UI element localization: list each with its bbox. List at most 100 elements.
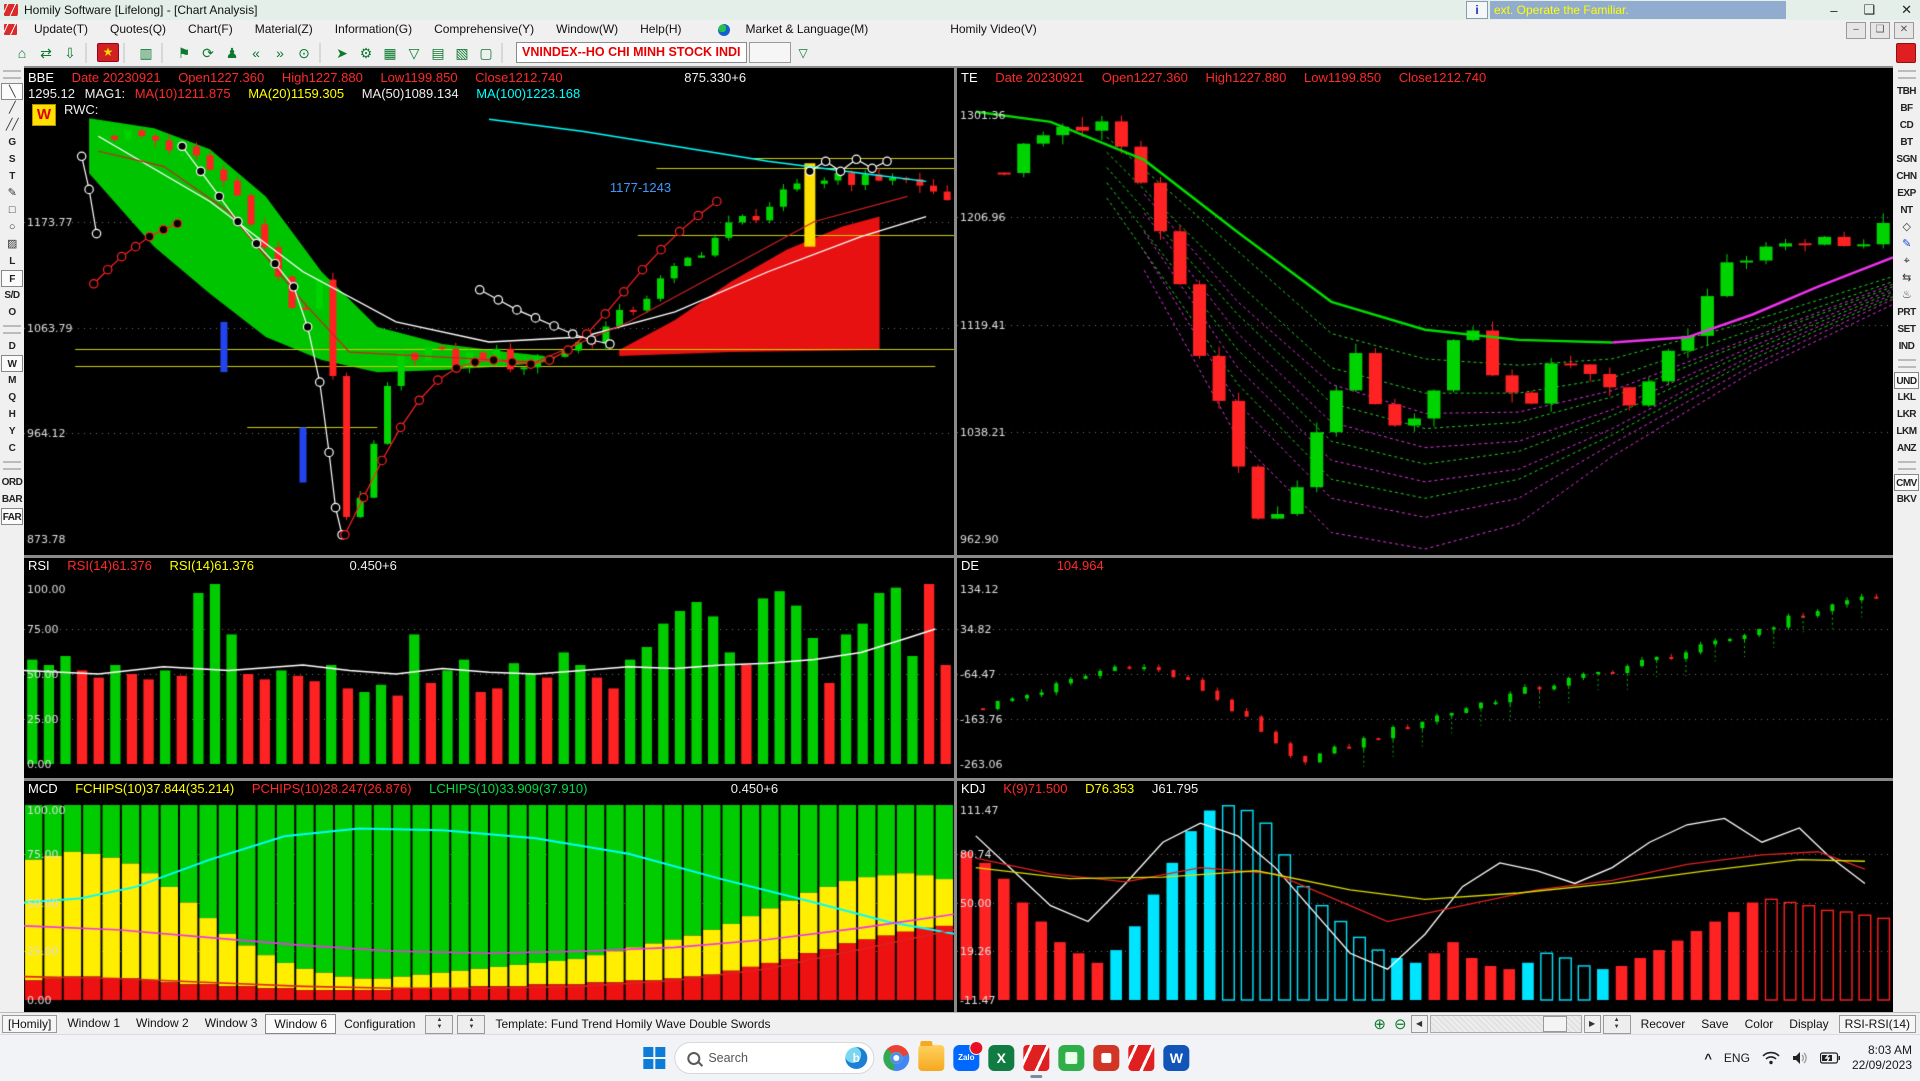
horizontal-scrollbar[interactable] [1430, 1015, 1582, 1033]
spinner-up-down[interactable]: ▲▼ [457, 1015, 485, 1034]
column-divider[interactable] [954, 68, 957, 1012]
menu-item-market-language[interactable]: Market & Language(M) [734, 20, 879, 39]
right-rail-button-ind[interactable]: IND [1894, 338, 1919, 355]
volume-icon[interactable] [1792, 1051, 1808, 1065]
settings-icon[interactable]: ⚙ [355, 43, 377, 63]
alert-icon[interactable] [1896, 43, 1916, 63]
home-icon[interactable]: ⌂ [11, 43, 33, 63]
right-rail-button-[interactable]: ⌖ [1894, 253, 1919, 270]
child-close-button[interactable]: ✕ [1894, 22, 1914, 39]
left-rail-button-o[interactable]: O [1, 304, 23, 321]
search-input[interactable]: Search b [674, 1042, 874, 1074]
left-rail-button-t[interactable]: T [1, 168, 23, 185]
pointer-icon[interactable]: ➤ [331, 43, 353, 63]
right-rail-button-[interactable]: ⇆ [1894, 270, 1919, 287]
language-indicator[interactable]: ENG [1724, 1051, 1750, 1065]
rsi-chart[interactable] [24, 558, 954, 778]
homily-icon[interactable] [1023, 1045, 1049, 1071]
right-rail-button-chn[interactable]: CHN [1894, 168, 1919, 185]
info-icon[interactable]: i [1466, 1, 1488, 19]
menu-item[interactable]: Help(H) [629, 20, 692, 39]
left-rail-button-sd[interactable]: S/D [1, 287, 23, 304]
menu-item[interactable]: Information(G) [324, 20, 423, 39]
spinner-up-down[interactable]: ▲▼ [425, 1015, 453, 1034]
media-app-icon[interactable] [1093, 1045, 1119, 1071]
right-rail-button-[interactable]: ✎ [1894, 236, 1919, 253]
row-divider[interactable] [24, 555, 1893, 558]
window-icon[interactable]: ▢ [475, 43, 497, 63]
window-tab[interactable]: Window 6 [265, 1014, 336, 1034]
left-rail-button-[interactable]: ✎ [1, 185, 23, 202]
folder-icon[interactable]: ▧ [451, 43, 473, 63]
template-label[interactable]: Template: Fund Trend Homily Wave Double … [487, 1015, 778, 1033]
right-rail-button-cmv[interactable]: CMV [1894, 474, 1919, 491]
flag-icon[interactable]: ⚑ [173, 43, 195, 63]
forward-icon[interactable]: » [269, 43, 291, 63]
left-rail-button-far[interactable]: FAR [1, 508, 23, 525]
right-rail-button-anz[interactable]: ANZ [1894, 440, 1919, 457]
left-rail-button-[interactable]: ╱╱ [1, 117, 23, 134]
menu-item[interactable]: Material(Z) [244, 20, 324, 39]
indicator-box[interactable]: RSI-RSI(14) [1839, 1015, 1916, 1033]
right-rail-button-lkl[interactable]: LKL [1894, 389, 1919, 406]
right-rail-button-nt[interactable]: NT [1894, 202, 1919, 219]
homily-button[interactable]: [Homily] [2, 1015, 57, 1033]
right-rail-button-exp[interactable]: EXP [1894, 185, 1919, 202]
wifi-icon[interactable] [1762, 1051, 1780, 1065]
right-rail-button-sgn[interactable]: SGN [1894, 151, 1919, 168]
menu-item[interactable]: Window(W) [545, 20, 629, 39]
panel-label[interactable]: BBE [28, 70, 54, 85]
homily-icon-2[interactable] [1128, 1045, 1154, 1071]
te-chart[interactable] [957, 70, 1893, 555]
bbe-chart[interactable] [24, 70, 954, 555]
kdj-chart[interactable] [957, 781, 1893, 1014]
window-tab[interactable]: Window 1 [59, 1014, 128, 1034]
left-rail-button-s[interactable]: S [1, 151, 23, 168]
left-rail-button-w[interactable]: W [1, 355, 23, 372]
battery-icon[interactable] [1820, 1052, 1840, 1064]
bar-chart-icon[interactable]: ▥ [135, 43, 157, 63]
minimize-button[interactable]: – [1830, 3, 1837, 18]
right-rail-button-bt[interactable]: BT [1894, 134, 1919, 151]
download-icon[interactable]: ⇩ [59, 43, 81, 63]
tray-chevron-icon[interactable]: ^ [1704, 1051, 1712, 1066]
wave-badge[interactable]: W [32, 104, 56, 126]
folder-open-icon[interactable]: ▤ [427, 43, 449, 63]
panel-label[interactable]: MCD [28, 781, 58, 796]
right-rail-button-bf[interactable]: BF [1894, 100, 1919, 117]
word-icon[interactable]: W [1163, 1045, 1189, 1071]
left-rail-button-[interactable]: ▨ [1, 236, 23, 253]
right-rail-button-[interactable]: ♨ [1894, 287, 1919, 304]
left-rail-button-h[interactable]: H [1, 406, 23, 423]
row-divider[interactable] [24, 778, 1893, 781]
panel-label[interactable]: RSI [28, 558, 50, 573]
close-button[interactable]: ✕ [1901, 2, 1912, 18]
mcd-chart[interactable] [24, 781, 954, 1014]
left-rail-button-d[interactable]: D [1, 338, 23, 355]
zoom-in-icon[interactable]: ⊕ [1373, 1015, 1386, 1033]
color-button[interactable]: Color [1737, 1015, 1782, 1033]
de-chart[interactable] [957, 558, 1893, 778]
bing-icon[interactable]: b [845, 1047, 867, 1069]
scrollbar-thumb[interactable] [1543, 1016, 1567, 1032]
left-rail-button-[interactable]: □ [1, 202, 23, 219]
zalo-icon[interactable]: Zalo [953, 1045, 979, 1071]
start-button[interactable] [643, 1047, 665, 1069]
left-rail-button-l[interactable]: L [1, 253, 23, 270]
right-rail-button-und[interactable]: UND [1894, 372, 1919, 389]
left-rail-button-m[interactable]: M [1, 372, 23, 389]
left-rail-button-f[interactable]: F [1, 270, 23, 287]
green-app-icon[interactable] [1058, 1045, 1084, 1071]
right-rail-button-bkv[interactable]: BKV [1894, 491, 1919, 508]
save-button[interactable]: Save [1693, 1015, 1736, 1033]
left-rail-button-[interactable]: ╲ [1, 83, 23, 100]
scroll-right-button[interactable]: ▶ [1584, 1015, 1601, 1033]
panel-label[interactable]: KDJ [961, 781, 986, 796]
left-rail-button-[interactable]: ○ [1, 219, 23, 236]
symbol-extra-box[interactable] [749, 42, 791, 63]
menu-item-homily-video[interactable]: Homily Video(V) [939, 20, 1047, 39]
network-icon[interactable]: ♟ [221, 43, 243, 63]
chrome-icon[interactable] [883, 1045, 909, 1071]
menu-item[interactable]: Comprehensive(Y) [423, 20, 545, 39]
window-tab[interactable]: Window 2 [128, 1014, 197, 1034]
